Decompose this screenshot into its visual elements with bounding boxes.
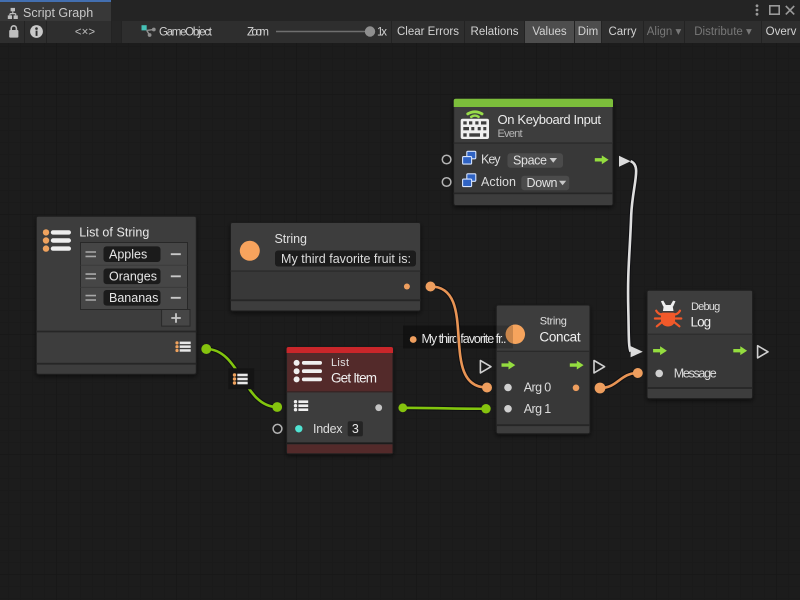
svg-text:On Keyboard Input: On Keyboard Input (498, 112, 602, 127)
svg-text:Debug: Debug (691, 301, 720, 313)
svg-text:Get Item: Get Item (331, 370, 377, 385)
svg-text:Down: Down (527, 176, 558, 190)
svg-text:Key: Key (481, 153, 501, 167)
svg-text:Index: Index (313, 422, 343, 436)
svg-text:Action: Action (481, 175, 516, 189)
svg-text:Arg 0: Arg 0 (524, 381, 552, 395)
svg-text:Log: Log (691, 315, 712, 330)
svg-text:Apples: Apples (109, 247, 147, 261)
svg-text:Oranges: Oranges (109, 270, 157, 284)
svg-text:My third favorite fr..: My third favorite fr.. (422, 332, 507, 346)
svg-text:String: String (275, 232, 308, 246)
svg-text:Space: Space (513, 154, 547, 168)
svg-text:3: 3 (352, 422, 359, 436)
svg-text:Concat: Concat (539, 329, 580, 344)
svg-text:String: String (540, 315, 567, 327)
svg-text:Message: Message (674, 366, 717, 380)
svg-text:Arg 1: Arg 1 (524, 402, 552, 416)
svg-text:List of String: List of String (79, 225, 149, 239)
svg-text:Bananas: Bananas (109, 291, 158, 305)
svg-text:Event: Event (498, 128, 523, 140)
svg-text:My third favorite fruit is:: My third favorite fruit is: (281, 252, 411, 266)
svg-text:List: List (331, 357, 349, 369)
